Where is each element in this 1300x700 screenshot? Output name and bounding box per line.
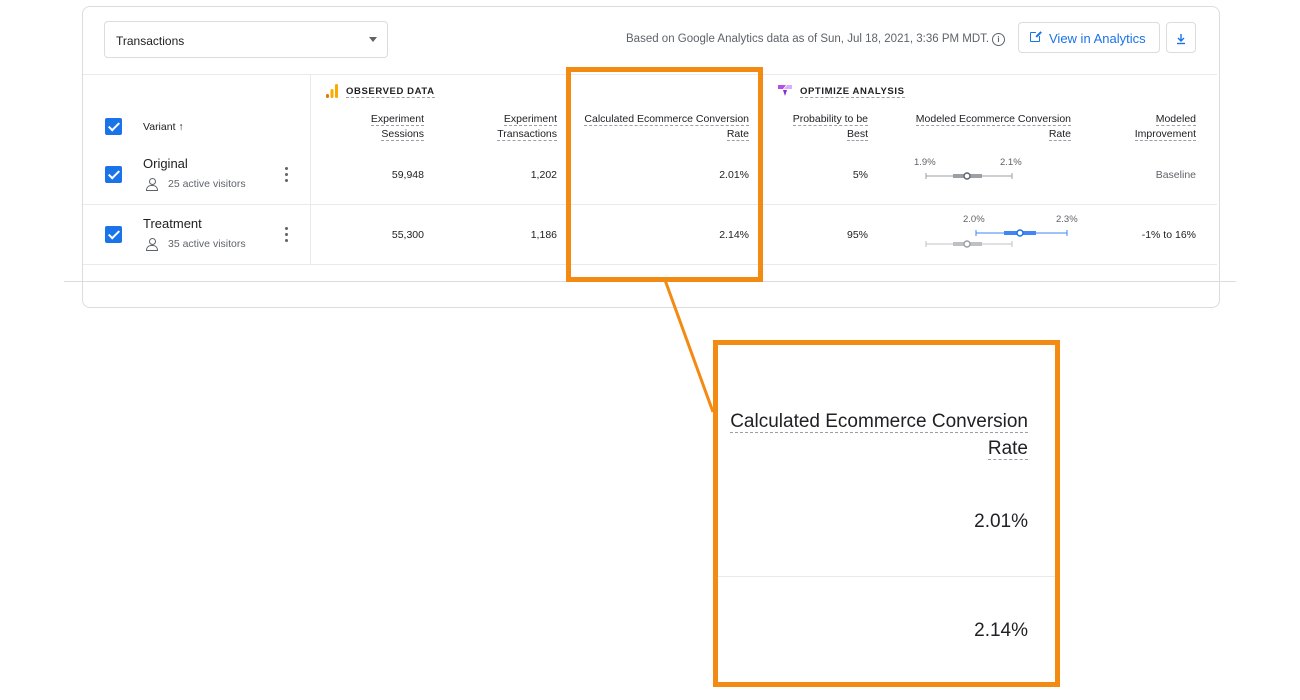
header-line: Calculated Ecommerce Conversion [730, 411, 1028, 433]
header-line: Modeled Ecommerce Conversion [915, 113, 1071, 126]
data-freshness-text: Based on Google Analytics data as of Sun… [626, 33, 990, 45]
header-line: Transactions [497, 128, 557, 141]
download-icon [1177, 33, 1185, 44]
optimize-analysis-section-label: OPTIMIZE ANALYSIS [800, 86, 905, 98]
original-range-plot [925, 172, 1013, 180]
zoom-conversion-rate-header: Calculated Ecommerce Conversion Rate [722, 408, 1028, 462]
analytics-icon [326, 84, 338, 98]
improvement-value: Baseline [1155, 169, 1196, 181]
header-line: Improvement [1134, 128, 1196, 141]
experiment-transactions-value: 1,186 [530, 229, 557, 241]
column-highlight-box [566, 67, 763, 282]
variant-checkbox-treatment[interactable] [105, 226, 122, 243]
view-in-analytics-label: View in Analytics [1049, 31, 1146, 46]
view-in-analytics-button[interactable]: View in Analytics [1018, 22, 1160, 53]
experiment-transactions-value: 1,202 [530, 169, 557, 181]
experiment-sessions-header[interactable]: Experiment Sessions [330, 112, 424, 142]
active-visitors: 35 active visitors [168, 238, 246, 250]
caret-down-icon [369, 37, 377, 42]
sort-ascending-icon: ↑ [178, 121, 184, 133]
more-vert-icon[interactable] [285, 227, 289, 243]
metric-select-value: Transactions [116, 34, 185, 48]
optimize-icon [778, 85, 792, 96]
header-line: Experiment [503, 113, 557, 126]
range-high-label: 2.1% [1000, 157, 1022, 168]
zoom-conversion-rate-treatment: 2.14% [974, 620, 1028, 641]
probability-value: 5% [852, 169, 868, 181]
zoom-row-divider [718, 576, 1055, 577]
person-icon [146, 238, 158, 251]
modeled-conversion-rate-header[interactable]: Modeled Ecommerce Conversion Rate [895, 112, 1071, 142]
treatment-range-plot [925, 229, 1068, 248]
select-all-checkbox[interactable] [105, 118, 122, 135]
improvement-value: -1% to 16% [1141, 229, 1196, 241]
variant-checkbox-original[interactable] [105, 166, 122, 183]
person-icon [146, 178, 158, 191]
experiment-sessions-value: 59,948 [391, 169, 424, 181]
range-low-label: 2.0% [963, 214, 985, 225]
range-high-label: 2.3% [1056, 214, 1078, 225]
observed-data-section-label: OBSERVED DATA [346, 86, 435, 98]
probability-value: 95% [846, 229, 868, 241]
open-in-new-icon [1030, 30, 1042, 42]
download-button[interactable] [1166, 22, 1196, 53]
header-line: Rate [987, 438, 1028, 460]
active-visitors: 25 active visitors [168, 178, 246, 190]
zoom-conversion-rate-original: 2.01% [974, 511, 1028, 532]
variant-column-divider [310, 74, 311, 264]
more-vert-icon[interactable] [285, 167, 289, 183]
range-low-label: 1.9% [914, 157, 936, 168]
variant-name[interactable]: Original [143, 156, 188, 171]
header-line: Probability to be [792, 113, 868, 126]
info-icon[interactable]: i [992, 33, 1005, 46]
metric-select[interactable]: Transactions [104, 21, 388, 58]
modeled-improvement-header[interactable]: Modeled Improvement [1100, 112, 1196, 142]
header-line: Modeled [1155, 113, 1196, 126]
header-line: Best [846, 128, 868, 141]
experiment-transactions-header[interactable]: Experiment Transactions [460, 112, 557, 142]
experiment-sessions-value: 55,300 [391, 229, 424, 241]
probability-to-be-best-header[interactable]: Probability to be Best [770, 112, 868, 142]
variant-column-header[interactable]: Variant ↑ [143, 121, 184, 133]
header-line: Rate [1048, 128, 1071, 141]
variant-name[interactable]: Treatment [143, 216, 202, 231]
header-line: Sessions [381, 128, 424, 141]
zoom-connector-line [663, 279, 715, 413]
header-line: Experiment [370, 113, 424, 126]
variant-header-label: Variant [143, 121, 176, 133]
